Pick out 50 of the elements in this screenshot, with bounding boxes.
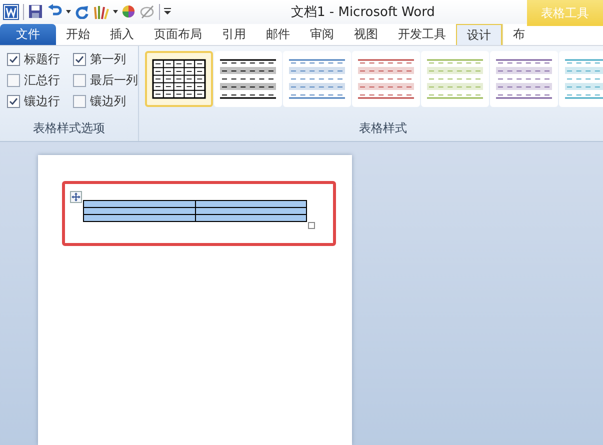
group-label: 表格样式选项 xyxy=(32,120,106,137)
checkbox-label: 第一列 xyxy=(90,51,126,68)
table-style-thumbnail[interactable] xyxy=(352,51,420,108)
checkbox[interactable] xyxy=(73,95,86,108)
customize-caret-icon[interactable] xyxy=(164,8,171,16)
ribbon-tab[interactable]: 文件 xyxy=(0,24,56,46)
ribbon-tab[interactable]: 设计 xyxy=(456,24,502,46)
window-title: 文档1 - Microsoft Word xyxy=(291,4,435,21)
grid-table-preview xyxy=(152,59,206,100)
redo-icon[interactable] xyxy=(75,4,89,19)
checkbox[interactable] xyxy=(73,53,86,66)
ribbon-tab[interactable]: 引用 xyxy=(212,24,256,46)
checkbox[interactable] xyxy=(7,74,20,88)
banded-table-preview xyxy=(496,59,552,100)
ribbon-tab[interactable]: 视图 xyxy=(344,24,388,46)
banded-table-preview xyxy=(220,59,276,100)
save-icon[interactable] xyxy=(28,4,43,20)
caret-icon[interactable] xyxy=(66,10,71,14)
table-style-thumbnail[interactable] xyxy=(145,51,213,108)
document-table[interactable] xyxy=(83,200,307,222)
context-tab-group: 表格工具 xyxy=(527,0,603,26)
checkbox[interactable] xyxy=(7,95,20,108)
checkbox[interactable] xyxy=(73,74,86,88)
group-label: 表格样式 xyxy=(358,120,408,137)
resize-handle-icon[interactable] xyxy=(308,222,315,229)
ribbon-tab[interactable]: 插入 xyxy=(100,24,144,46)
checkbox-label: 最后一列 xyxy=(90,72,138,90)
banded-table-preview xyxy=(427,59,483,100)
table-style-thumbnail[interactable] xyxy=(214,51,282,108)
table-style-thumbnail[interactable] xyxy=(490,51,558,108)
ribbon-tab[interactable]: 审阅 xyxy=(300,24,344,46)
table-style-thumbnail[interactable] xyxy=(421,51,489,108)
checkbox[interactable] xyxy=(7,53,20,66)
color-wheel-icon[interactable] xyxy=(122,5,135,18)
checkbox-label: 镶边行 xyxy=(24,93,60,110)
word-logo-icon xyxy=(3,4,19,20)
checkbox-label: 镶边列 xyxy=(90,93,126,110)
banded-table-preview xyxy=(289,59,345,100)
table-style-thumbnail[interactable] xyxy=(283,51,351,108)
eraser-icon[interactable] xyxy=(139,4,155,19)
banded-table-preview xyxy=(358,59,414,100)
pens-icon[interactable] xyxy=(93,4,109,20)
ribbon-tab[interactable]: 页面布局 xyxy=(144,24,212,46)
move-handle-icon[interactable] xyxy=(70,191,82,203)
checkbox-label: 标题行 xyxy=(24,51,60,68)
checkbox-label: 汇总行 xyxy=(24,72,60,90)
ribbon-tab[interactable]: 开发工具 xyxy=(388,24,456,46)
caret-icon[interactable] xyxy=(113,10,118,14)
ribbon-tab[interactable]: 开始 xyxy=(56,24,100,46)
ribbon-tab[interactable]: 邮件 xyxy=(256,24,300,46)
